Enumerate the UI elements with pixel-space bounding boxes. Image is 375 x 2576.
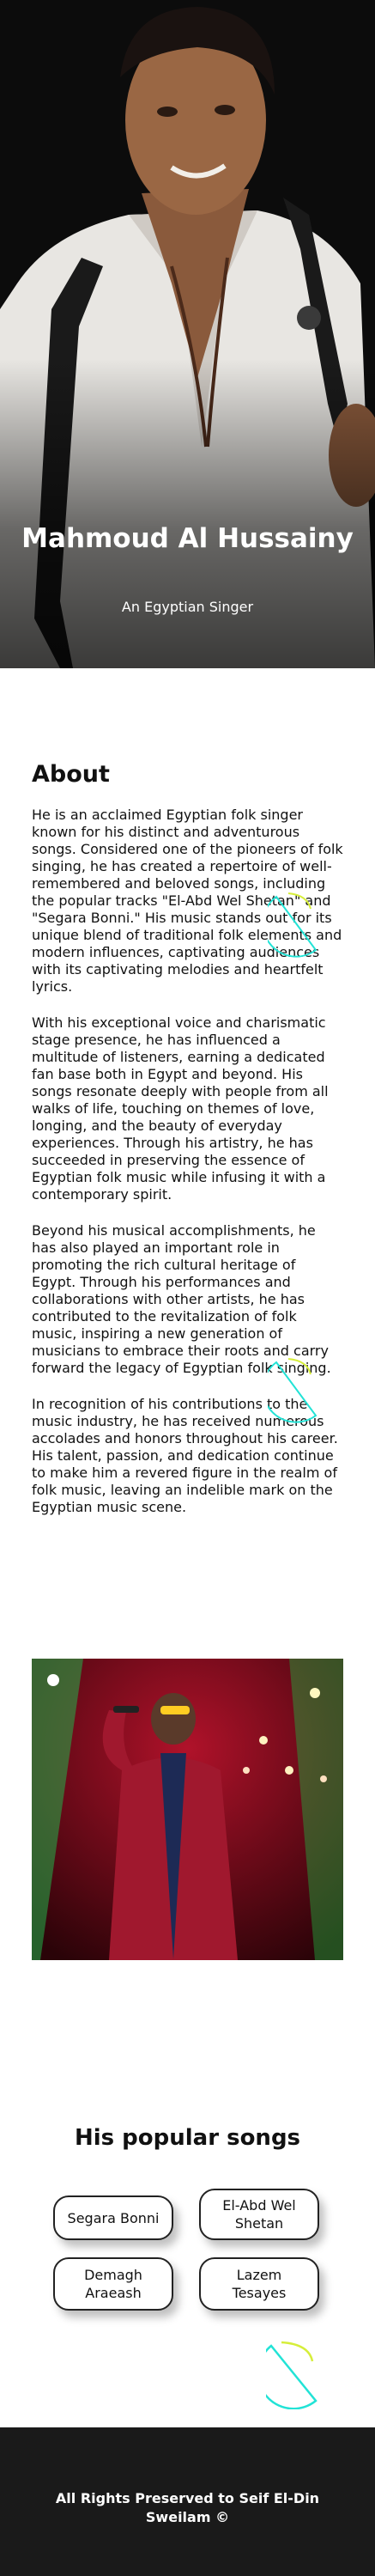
hero-section: Mahmoud Al Hussainy An Egyptian Singer [0, 0, 375, 668]
decorative-half-circle-icon [266, 2341, 318, 2409]
song-button-segara-bonni[interactable]: Segara Bonni [53, 2195, 173, 2240]
hero-title: Mahmoud Al Hussainy [21, 523, 354, 554]
hero-gradient-overlay [0, 359, 375, 668]
performer-concert-image [32, 1659, 343, 1960]
song-button-lazem-tesayes[interactable]: Lazem Tesayes [199, 2257, 319, 2311]
song-button-demagh-araeash[interactable]: Demagh Araeash [53, 2257, 173, 2311]
decorative-half-circle-icon [268, 1358, 318, 1423]
about-heading: About [32, 761, 110, 788]
decorative-half-circle-icon [268, 892, 318, 958]
about-paragraph-3: Beyond his musical accomplishments, he h… [32, 1222, 331, 1376]
songs-heading: His popular songs [74, 2125, 301, 2151]
about-paragraph-2: With his exceptional voice and charismat… [32, 1014, 329, 1203]
footer-copyright: All Rights Preserved to Seif El-Din Swei… [55, 2490, 320, 2525]
footer: All Rights Preserved to Seif El-Din Swei… [0, 2427, 375, 2576]
hero-subtitle: An Egyptian Singer [121, 599, 254, 615]
song-button-el-abd-wel-shetan[interactable]: El-Abd Wel Shetan [199, 2189, 319, 2240]
